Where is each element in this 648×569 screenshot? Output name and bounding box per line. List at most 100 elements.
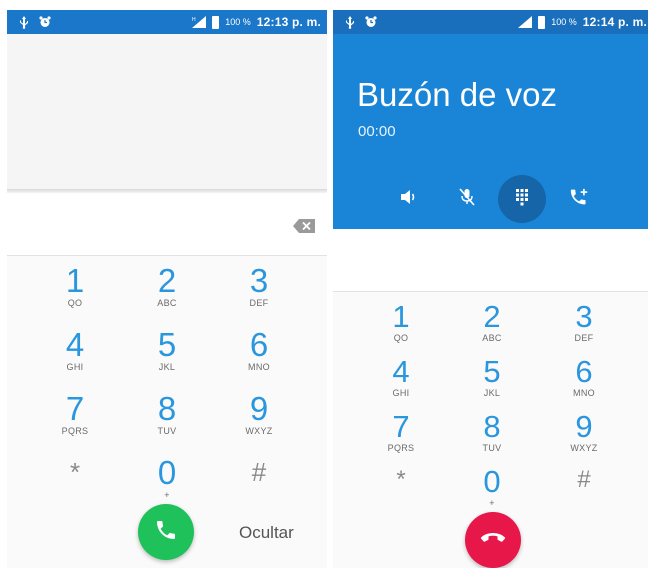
battery-icon [212, 15, 220, 29]
key-digit: 8 [157, 390, 177, 427]
dialpad: 1 QO 2 ABC 3 DEF 4 GHI 5 JKL 6 MNO 7 PQRS 8 TUV … [7, 256, 327, 568]
key-letters: JKL [158, 362, 176, 372]
key-digit: 4 [392, 354, 410, 389]
backspace-icon[interactable] [293, 219, 315, 233]
dial-key-3[interactable]: 3 DEF [214, 264, 304, 322]
key-digit: 3 [575, 299, 593, 334]
dial-key-1[interactable]: 1 QO [30, 264, 120, 322]
dial-key-7[interactable]: 7 PQRS [30, 392, 120, 450]
key-digit: 3 [249, 262, 269, 299]
digits-display [333, 229, 648, 291]
key-digit: 7 [65, 390, 85, 427]
key-letters: + [489, 498, 495, 508]
caller-name: Buzón de voz [357, 76, 557, 113]
end-call-button[interactable] [465, 512, 521, 568]
key-digit: 0 [483, 464, 501, 499]
key-digit: 7 [392, 409, 410, 444]
key-digit: # [577, 466, 591, 493]
key-digit: 1 [392, 299, 410, 334]
digits-input[interactable] [7, 193, 327, 255]
mute-icon [459, 187, 475, 211]
dial-key-5[interactable]: 5 JKL [447, 354, 537, 411]
key-digit: 9 [249, 390, 269, 427]
key-letters: GHI [66, 362, 84, 372]
battery-icon [538, 15, 546, 29]
status-bar: H 100 % 12:13 p. m. [7, 10, 327, 34]
phone-icon [154, 518, 178, 547]
alarm-icon [365, 16, 377, 28]
key-digit: 0 [157, 454, 177, 491]
key-letters: QO [67, 298, 83, 308]
battery-percent: 100 % [551, 17, 577, 27]
key-letters: DEF [574, 333, 594, 343]
key-digit: 9 [575, 409, 593, 444]
hide-button[interactable]: Ocultar [239, 523, 294, 543]
signal-icon: H [192, 16, 207, 28]
key-digit: * [69, 457, 81, 487]
key-digit: # [251, 457, 267, 487]
add-call-icon [569, 188, 589, 211]
status-bar: 100 % 12:14 p. m. [333, 10, 648, 34]
key-digit: 2 [483, 299, 501, 334]
signal-icon [518, 16, 533, 28]
key-letters: PQRS [61, 426, 89, 436]
key-digit: 5 [157, 326, 177, 363]
dial-key-6[interactable]: 6 MNO [539, 354, 629, 411]
key-letters: MNO [248, 362, 270, 372]
key-letters: DEF [249, 298, 269, 308]
key-letters: ABC [482, 333, 502, 343]
key-letters: WXYZ [570, 443, 598, 453]
add-call-button[interactable] [555, 175, 603, 223]
call-button[interactable] [138, 504, 194, 560]
hangup-icon [480, 531, 506, 549]
key-digit: 1 [65, 262, 85, 299]
status-time: 12:13 p. m. [256, 15, 321, 29]
dial-key-hash[interactable]: # [539, 463, 629, 517]
dial-key-hash[interactable]: # [214, 452, 304, 510]
alarm-icon [39, 16, 51, 28]
call-header: 100 % 12:14 p. m. Buzón de voz 00:00 [333, 10, 648, 229]
dial-key-3[interactable]: 3 DEF [539, 299, 629, 356]
dialpad-icon [515, 188, 529, 211]
dial-key-star[interactable]: * [356, 463, 446, 517]
call-log-area [7, 34, 327, 189]
dial-key-1[interactable]: 1 QO [356, 299, 446, 356]
dialpad: 1 QO 2 ABC 3 DEF 4 GHI 5 JKL 6 MNO 7 PQRS 8 TUV … [333, 292, 648, 568]
dial-key-star[interactable]: * [30, 452, 120, 510]
dial-key-7[interactable]: 7 PQRS [356, 409, 446, 466]
key-digit: 5 [483, 354, 501, 389]
battery-percent: 100 % [225, 17, 251, 27]
dial-key-8[interactable]: 8 TUV [447, 409, 537, 466]
usb-icon [345, 15, 355, 29]
dialpad-button[interactable] [498, 175, 546, 223]
key-letters: PQRS [387, 443, 415, 453]
dial-key-9[interactable]: 9 WXYZ [539, 409, 629, 466]
key-letters: GHI [392, 388, 410, 398]
key-letters: WXYZ [245, 426, 273, 436]
key-digit: 2 [157, 262, 177, 299]
svg-text:H: H [192, 17, 196, 23]
usb-icon [19, 15, 29, 29]
status-time: 12:14 p. m. [582, 15, 647, 29]
dial-key-2[interactable]: 2 ABC [447, 299, 537, 356]
key-letters: JKL [483, 388, 501, 398]
in-call-screen: 100 % 12:14 p. m. Buzón de voz 00:00 1 Q… [333, 10, 648, 568]
dial-key-6[interactable]: 6 MNO [214, 328, 304, 386]
dial-key-2[interactable]: 2 ABC [122, 264, 212, 322]
key-digit: 6 [575, 354, 593, 389]
key-digit: 6 [249, 326, 269, 363]
dialer-screen: H 100 % 12:13 p. m. 1 QO 2 ABC 3 DEF 4 GHI 5… [7, 10, 327, 568]
key-letters: TUV [482, 443, 502, 453]
key-letters: QO [393, 333, 409, 343]
dial-key-8[interactable]: 8 TUV [122, 392, 212, 450]
dial-key-9[interactable]: 9 WXYZ [214, 392, 304, 450]
dial-key-4[interactable]: 4 GHI [356, 354, 446, 411]
mute-button[interactable] [443, 175, 491, 223]
key-digit: 8 [483, 409, 501, 444]
key-digit: * [396, 466, 406, 493]
dial-key-5[interactable]: 5 JKL [122, 328, 212, 386]
speaker-icon [400, 189, 418, 210]
dial-key-4[interactable]: 4 GHI [30, 328, 120, 386]
key-letters: TUV [157, 426, 177, 436]
speaker-button[interactable] [385, 175, 433, 223]
